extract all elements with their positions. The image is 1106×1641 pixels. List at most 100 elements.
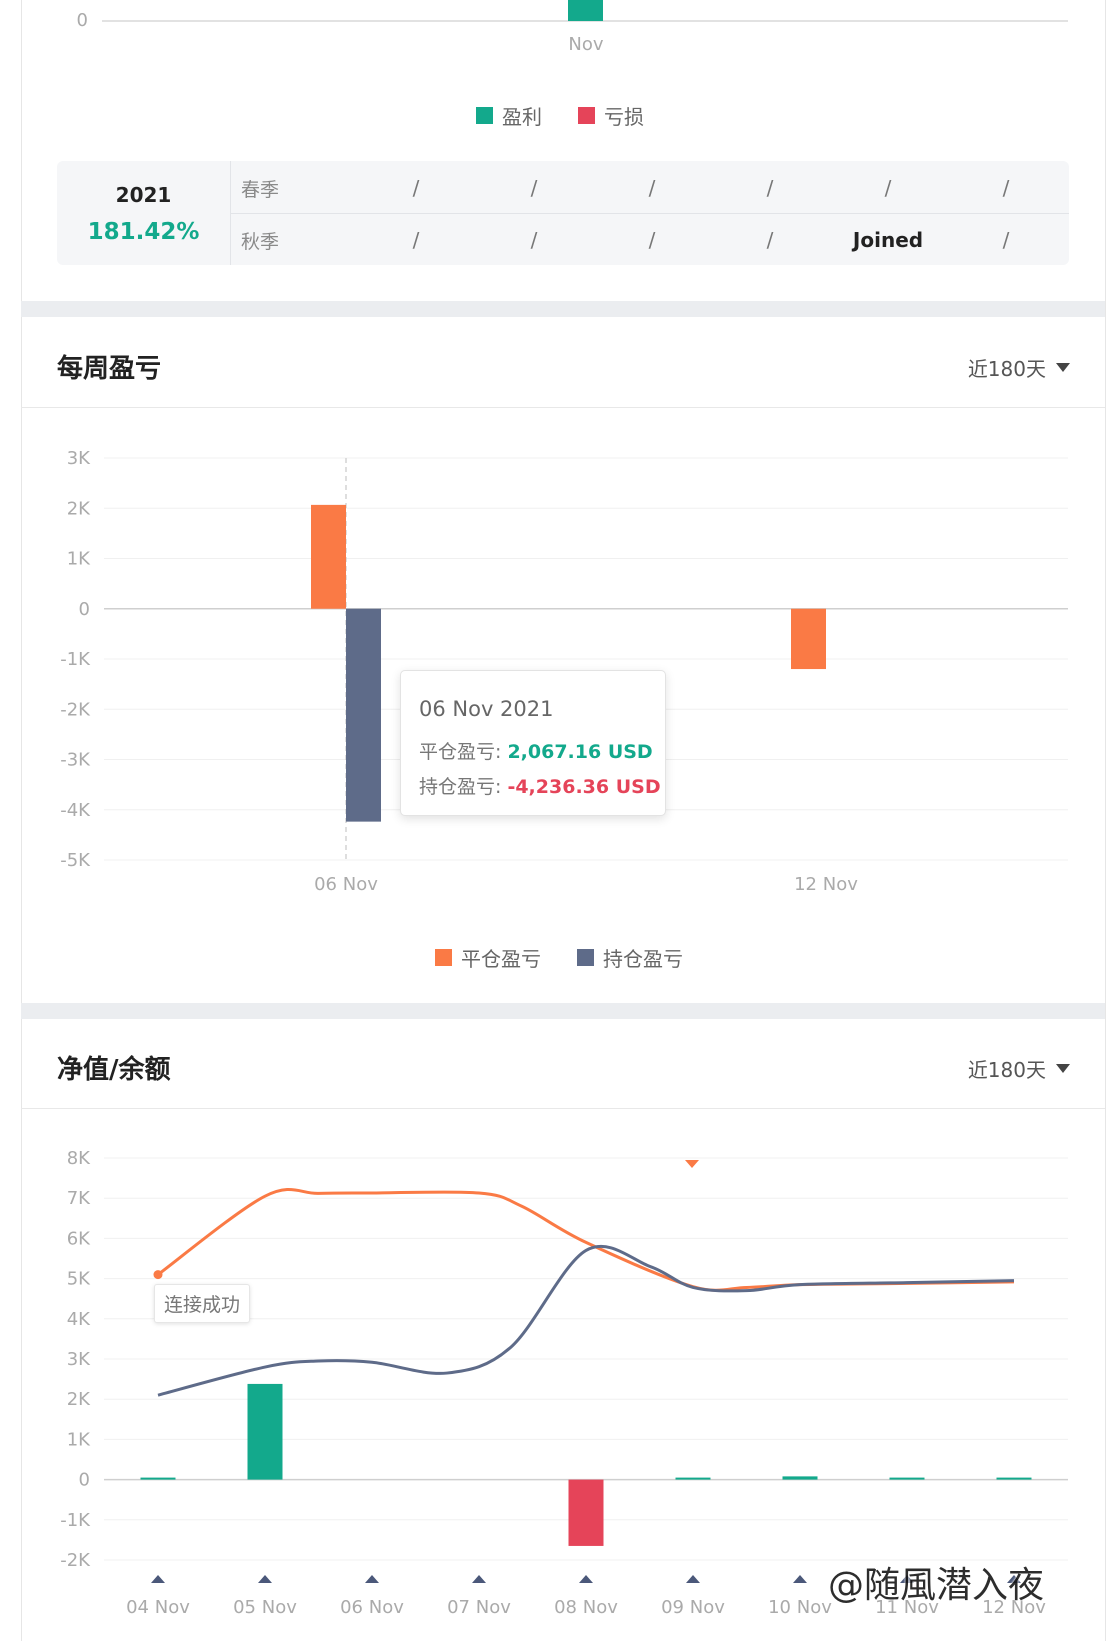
legend-loss-label: 亏损 bbox=[604, 105, 644, 129]
equity-y-tick-1: 7K bbox=[67, 1188, 91, 1209]
table-divider-h bbox=[230, 213, 1069, 214]
equity-bar-8 bbox=[996, 1477, 1032, 1480]
equity-range-label: 近180天 bbox=[967, 1058, 1046, 1082]
weekly-x-tick-1: 12 Nov bbox=[794, 874, 858, 895]
autumn-cell-6: / bbox=[1002, 228, 1010, 252]
section-separator bbox=[21, 301, 1105, 317]
spring-cell-3: / bbox=[648, 176, 656, 200]
weekly-legend: 平仓盈亏 持仓盈亏 bbox=[435, 943, 719, 972]
top-bar bbox=[568, 0, 603, 21]
equity-line-0 bbox=[157, 1187, 1015, 1292]
weekly-tooltip: 06 Nov 2021 平仓盈亏: 2,067.16 USD 持仓盈亏: -4,… bbox=[400, 670, 666, 816]
equity-title: 净值/余额 bbox=[57, 1055, 171, 1085]
weekly-bar-0-0 bbox=[311, 504, 346, 609]
equity-bar-4 bbox=[568, 1479, 604, 1546]
equity-x-tick-4: 08 Nov bbox=[554, 1597, 618, 1618]
tooltip-closed-label: 平仓盈亏: bbox=[419, 741, 502, 763]
equity-bar-1 bbox=[247, 1383, 283, 1480]
legend-loss[interactable]: 亏损 bbox=[578, 101, 644, 130]
legend-closed-pnl[interactable]: 平仓盈亏 bbox=[435, 943, 541, 972]
tooltip-closed-row: 平仓盈亏: 2,067.16 USD bbox=[419, 737, 653, 764]
top-y-tick-0: 0 bbox=[77, 10, 88, 31]
equity-y-tick-3: 5K bbox=[67, 1269, 91, 1290]
equity-x-marker-2 bbox=[365, 1575, 379, 1583]
weekly-range-label: 近180天 bbox=[967, 357, 1046, 381]
spring-cell-5: / bbox=[884, 176, 892, 200]
weekly-bar-0-1 bbox=[791, 608, 826, 670]
weekly-y-tick-7: -4K bbox=[60, 800, 91, 821]
equity-header-divider bbox=[21, 1108, 1105, 1109]
equity-x-tick-2: 06 Nov bbox=[340, 1597, 404, 1618]
legend-closed-label: 平仓盈亏 bbox=[461, 947, 541, 971]
tooltip-date: 06 Nov 2021 bbox=[419, 697, 554, 721]
weekly-range-dropdown[interactable]: 近180天 bbox=[968, 353, 1070, 382]
equity-range-dropdown[interactable]: 近180天 bbox=[968, 1054, 1070, 1083]
equity-bar-5 bbox=[675, 1477, 711, 1480]
equity-x-marker-3 bbox=[472, 1575, 486, 1583]
tooltip-closed-value: 2,067.16 USD bbox=[507, 741, 653, 763]
watermark: @随風潜入夜 bbox=[828, 1565, 1045, 1606]
weekly-bar-1-0 bbox=[346, 608, 381, 822]
equity-x-marker-5 bbox=[686, 1575, 700, 1583]
autumn-cell-4: / bbox=[766, 228, 774, 252]
legend-closed-swatch bbox=[435, 949, 452, 966]
season-autumn-label: 秋季 bbox=[241, 231, 280, 253]
equity-line-1 bbox=[157, 1244, 1015, 1397]
legend-profit-label: 盈利 bbox=[502, 105, 542, 129]
year-cell: 2021 181.42% bbox=[57, 161, 230, 265]
weekly-y-tick-3: 0 bbox=[79, 599, 90, 620]
equity-start-marker bbox=[153, 1270, 163, 1280]
legend-profit[interactable]: 盈利 bbox=[476, 101, 542, 130]
equity-y-tick-5: 3K bbox=[67, 1349, 91, 1370]
equity-x-marker-6 bbox=[793, 1575, 807, 1583]
equity-y-tick-4: 4K bbox=[67, 1309, 91, 1330]
equity-x-tick-5: 09 Nov bbox=[661, 1597, 725, 1618]
season-table: 2021 181.42% 春季 秋季 / / / / / / / / / / J… bbox=[57, 161, 1069, 265]
legend-open-label: 持仓盈亏 bbox=[603, 947, 683, 971]
equity-y-tick-6: 2K bbox=[67, 1389, 91, 1410]
weekly-y-tick-0: 3K bbox=[67, 448, 91, 469]
section-separator-2 bbox=[21, 1003, 1105, 1019]
equity-x-marker-4 bbox=[579, 1575, 593, 1583]
weekly-y-tick-4: -1K bbox=[60, 649, 91, 670]
equity-x-tick-1: 05 Nov bbox=[233, 1597, 297, 1618]
tooltip-open-value: -4,236.36 USD bbox=[507, 776, 661, 798]
top-x-label: Nov bbox=[568, 34, 603, 55]
equity-bar-6 bbox=[782, 1476, 818, 1480]
spring-cell-1: / bbox=[412, 176, 420, 200]
autumn-cell-5: Joined bbox=[852, 228, 924, 252]
tooltip-open-row: 持仓盈亏: -4,236.36 USD bbox=[419, 772, 661, 799]
weekly-y-tick-2: 1K bbox=[67, 549, 91, 570]
weekly-title: 每周盈亏 bbox=[57, 354, 162, 384]
weekly-y-tick-5: -2K bbox=[60, 699, 91, 720]
season-spring-label: 春季 bbox=[241, 179, 280, 201]
legend-profit-swatch bbox=[476, 107, 493, 124]
legend-open-pnl[interactable]: 持仓盈亏 bbox=[577, 943, 683, 972]
autumn-cell-2: / bbox=[530, 228, 538, 252]
connection-tag: 连接成功 bbox=[154, 1284, 251, 1323]
equity-y-tick-10: -2K bbox=[60, 1550, 91, 1571]
tooltip-open-label: 持仓盈亏: bbox=[419, 776, 502, 798]
equity-bar-7 bbox=[889, 1477, 925, 1480]
year-percent: 181.42% bbox=[87, 219, 200, 245]
spring-cell-4: / bbox=[766, 176, 774, 200]
equity-x-marker-1 bbox=[258, 1575, 272, 1583]
weekly-header-divider bbox=[21, 407, 1105, 408]
equity-x-tick-0: 04 Nov bbox=[126, 1597, 190, 1618]
chevron-down-icon bbox=[1056, 1064, 1070, 1073]
equity-y-tick-7: 1K bbox=[67, 1429, 91, 1450]
equity-x-marker-0 bbox=[151, 1575, 165, 1583]
spring-cell-2: / bbox=[530, 176, 538, 200]
autumn-cell-1: / bbox=[412, 228, 420, 252]
equity-y-tick-8: 0 bbox=[79, 1470, 90, 1491]
top-chart: 0 Nov bbox=[77, 0, 1068, 55]
weekly-x-tick-0: 06 Nov bbox=[314, 874, 378, 895]
autumn-cell-3: / bbox=[648, 228, 656, 252]
chevron-down-icon bbox=[1056, 363, 1070, 372]
equity-bar-0 bbox=[140, 1477, 176, 1480]
equity-y-tick-2: 6K bbox=[67, 1228, 91, 1249]
weekly-y-tick-6: -3K bbox=[60, 750, 91, 771]
legend-loss-swatch bbox=[578, 107, 595, 124]
equity-y-tick-0: 8K bbox=[67, 1148, 91, 1169]
equity-x-tick-6: 10 Nov bbox=[768, 1597, 832, 1618]
